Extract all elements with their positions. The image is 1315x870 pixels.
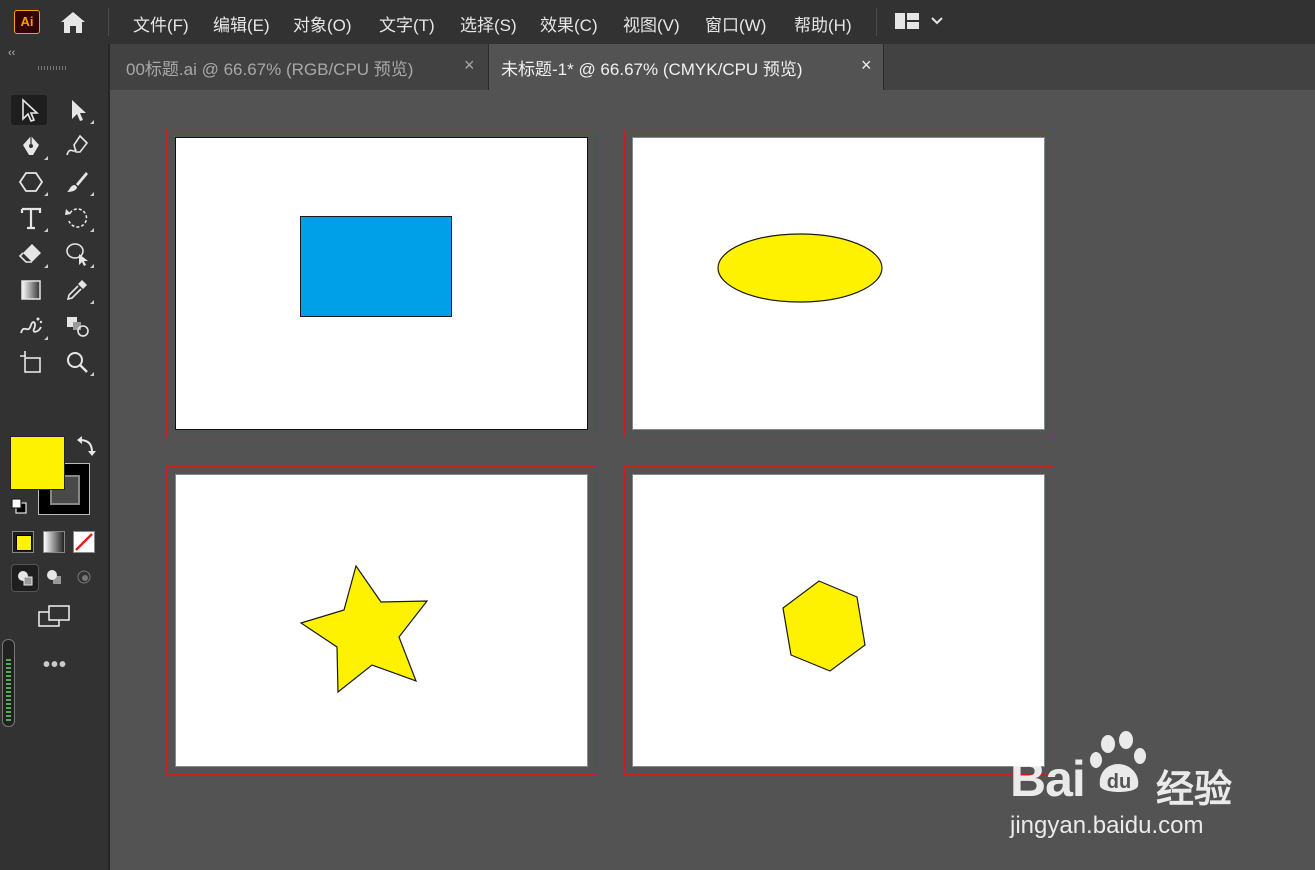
paw-logo-icon: du xyxy=(1090,731,1146,793)
tab-label: 未标题-1* @ 66.67% (CMYK/CPU 预览) xyxy=(501,60,803,79)
yellow-hexagon[interactable] xyxy=(782,580,866,672)
symbol-sprayer-tool[interactable] xyxy=(13,311,49,341)
rotate-tool[interactable] xyxy=(59,203,95,233)
symbol-sprayer-icon xyxy=(20,317,43,334)
gradient-icon xyxy=(21,280,41,300)
type-tool[interactable] xyxy=(13,203,49,233)
draw-behind-button[interactable] xyxy=(41,564,67,590)
polygon-tool[interactable] xyxy=(13,167,49,197)
selection-arrow-icon xyxy=(22,98,40,122)
collapse-panel-button[interactable]: ‹‹ xyxy=(8,47,15,59)
home-icon[interactable] xyxy=(58,9,88,35)
workspace-layout-icon[interactable] xyxy=(894,11,920,31)
draw-normal-button[interactable] xyxy=(11,564,39,592)
blend-tool[interactable] xyxy=(59,311,95,341)
artboard-4[interactable] xyxy=(632,474,1045,767)
draw-inside-button[interactable] xyxy=(71,564,97,590)
tab-document-2[interactable]: 未标题-1* @ 66.67% (CMYK/CPU 预览) × xyxy=(488,44,884,90)
eyedropper-icon xyxy=(66,280,87,301)
baidu-watermark: Bai du 经验 jingyan.baidu.com xyxy=(1010,728,1255,848)
tab-label: 00标题.ai @ 66.67% (RGB/CPU 预览) xyxy=(126,60,414,79)
hexagon-shape-layer xyxy=(782,580,866,672)
yellow-ellipse[interactable] xyxy=(717,233,883,303)
none-mode-button[interactable] xyxy=(73,531,95,553)
direct-selection-tool[interactable] xyxy=(59,95,95,125)
menu-help[interactable]: 帮助(H) xyxy=(794,11,852,36)
eraser-tool[interactable] xyxy=(13,239,49,269)
menu-select[interactable]: 选择(S) xyxy=(460,11,517,36)
selection-tool[interactable] xyxy=(11,95,47,125)
close-tab-icon[interactable]: × xyxy=(861,55,872,76)
more-tools-button[interactable]: ••• xyxy=(43,654,67,677)
close-tab-icon[interactable]: × xyxy=(464,55,475,76)
zoom-tool[interactable] xyxy=(59,347,95,377)
watermark-brand-left: Bai xyxy=(1010,751,1086,807)
menu-effect[interactable]: 效果(C) xyxy=(540,11,598,36)
app-logo: Ai xyxy=(14,10,40,34)
draw-behind-icon xyxy=(47,570,61,584)
menu-separator xyxy=(108,8,109,36)
color-icon xyxy=(16,535,32,551)
pen-icon xyxy=(23,136,39,155)
watermark-brand-right: 经验 xyxy=(1156,769,1233,811)
pen-tool[interactable] xyxy=(13,131,49,161)
eyedropper-tool[interactable] xyxy=(59,275,95,305)
draw-normal-icon xyxy=(18,571,33,586)
menu-type[interactable]: 文字(T) xyxy=(379,11,435,36)
tab-document-1[interactable]: 00标题.ai @ 66.67% (RGB/CPU 预览) × xyxy=(110,44,488,88)
artboard-3[interactable] xyxy=(175,474,588,767)
default-fill-stroke-icon[interactable] xyxy=(10,497,28,515)
artboard-tool[interactable] xyxy=(13,347,49,377)
color-mode-button[interactable] xyxy=(12,531,34,553)
shape-builder-tool[interactable] xyxy=(59,239,95,269)
svg-text:du: du xyxy=(1107,771,1131,793)
swap-fill-stroke-icon[interactable] xyxy=(74,436,96,458)
menu-edit[interactable]: 编辑(E) xyxy=(213,11,270,36)
shape-builder-icon xyxy=(66,243,88,266)
paintbrush-tool[interactable] xyxy=(59,167,95,197)
yellow-star[interactable] xyxy=(299,564,429,694)
menu-bar: Ai 文件(F) 编辑(E) 对象(O) 文字(T) 选择(S) 效果(C) 视… xyxy=(0,0,1315,44)
artboard-icon xyxy=(20,351,41,373)
curvature-pen-icon xyxy=(66,134,89,156)
eraser-icon xyxy=(18,244,41,263)
artboard-1[interactable] xyxy=(175,137,588,430)
hexagon-icon xyxy=(18,172,44,192)
none-slash-icon xyxy=(75,533,93,551)
document-tabs: 00标题.ai @ 66.67% (RGB/CPU 预览) × 未标题-1* @… xyxy=(110,44,1315,90)
chevron-down-icon[interactable] xyxy=(928,12,946,30)
curvature-tool[interactable] xyxy=(59,131,95,161)
gradient-mode-button[interactable] xyxy=(43,531,65,553)
blend-icon xyxy=(67,317,89,337)
menu-file[interactable]: 文件(F) xyxy=(133,11,189,36)
panel-grip[interactable] xyxy=(38,66,68,70)
screen-mode-icon[interactable] xyxy=(37,604,73,630)
menu-view[interactable]: 视图(V) xyxy=(623,11,680,36)
menu-window[interactable]: 窗口(W) xyxy=(705,11,766,36)
type-icon xyxy=(20,207,42,230)
blue-rectangle[interactable] xyxy=(300,216,452,317)
watermark-url: jingyan.baidu.com xyxy=(1010,812,1204,839)
menu-object[interactable]: 对象(O) xyxy=(293,11,352,36)
tools-panel: ‹‹ ••• xyxy=(0,44,108,870)
fill-color-swatch[interactable] xyxy=(10,436,65,490)
direct-selection-arrow-icon xyxy=(72,100,86,121)
ellipse-shape-layer xyxy=(717,233,883,303)
star-shape-layer xyxy=(299,564,429,694)
draw-inside-icon xyxy=(77,570,91,584)
rotate-icon xyxy=(65,208,88,228)
artboard-2[interactable] xyxy=(632,137,1045,430)
menu-separator xyxy=(876,8,877,36)
performance-meter xyxy=(2,639,15,727)
paintbrush-icon xyxy=(67,172,88,192)
gradient-tool[interactable] xyxy=(13,275,49,305)
zoom-icon xyxy=(67,352,88,373)
